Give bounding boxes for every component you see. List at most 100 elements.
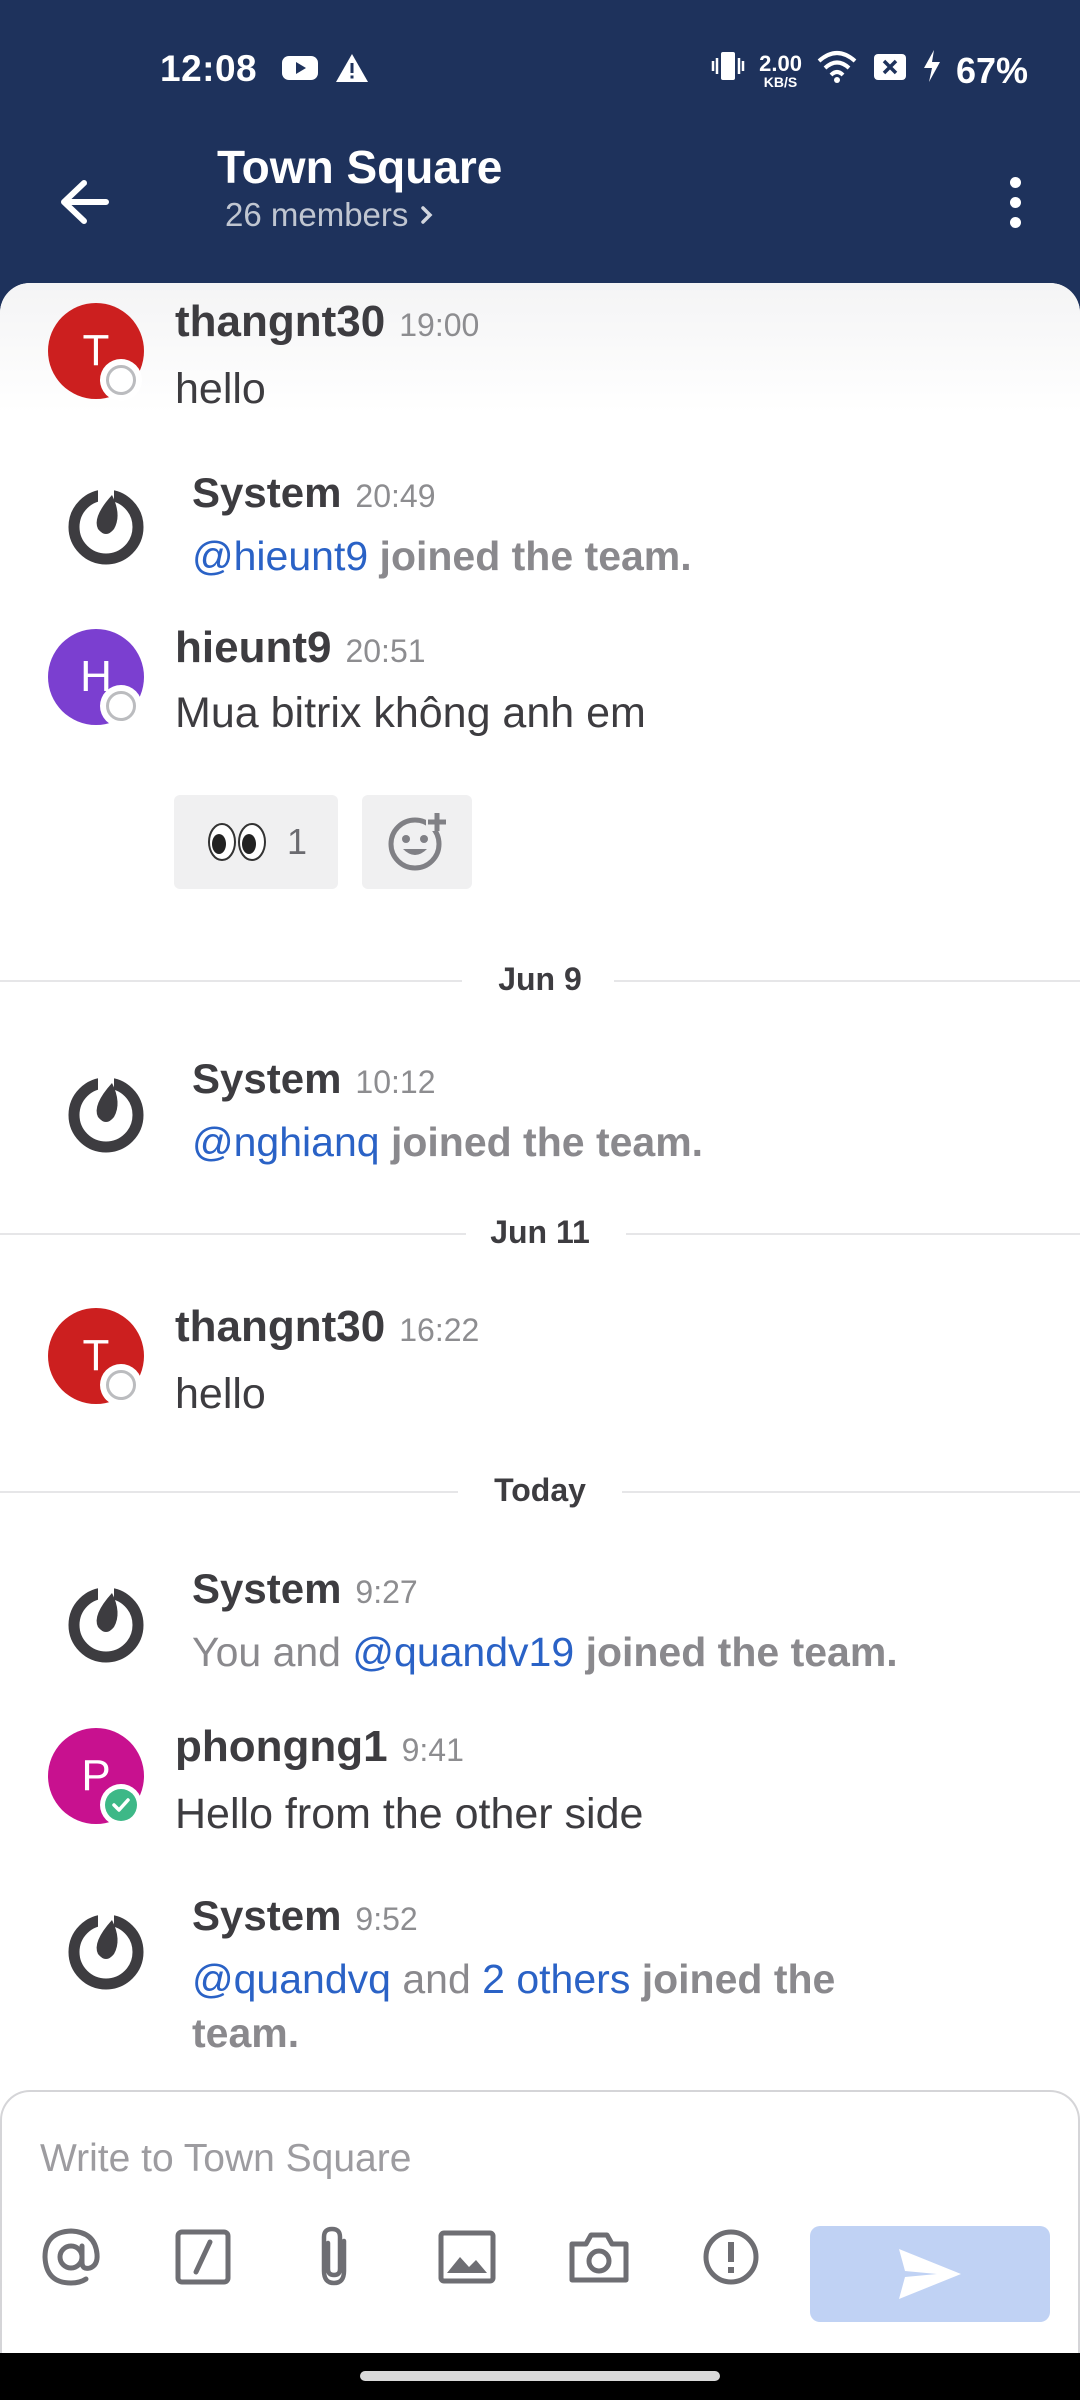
system-message-text: joined the team. bbox=[390, 1119, 704, 1165]
mattermost-logo-icon bbox=[68, 1583, 144, 1663]
send-icon bbox=[899, 2249, 961, 2299]
offline-status-icon bbox=[100, 359, 142, 401]
image-button[interactable] bbox=[432, 2222, 502, 2292]
at-sign-icon bbox=[42, 2228, 100, 2286]
post-header: phongng1 9:41 bbox=[175, 1722, 464, 1772]
status-bar: 12:08 2.00 KB/S 67% bbox=[0, 0, 1080, 140]
add-emoji-icon bbox=[388, 811, 448, 871]
post-message: hello bbox=[175, 365, 266, 413]
post-header: System 10:12 bbox=[192, 1055, 436, 1103]
post-header: thangnt30 19:00 bbox=[175, 297, 479, 347]
post-time: 9:41 bbox=[401, 1732, 464, 1768]
offline-status-icon bbox=[100, 685, 142, 727]
system-message: You and @quandv19 joined the team. bbox=[192, 1625, 992, 1679]
home-gesture-handle[interactable] bbox=[360, 2371, 720, 2381]
post-author: System bbox=[192, 1055, 342, 1102]
mention-link[interactable]: @quandvq bbox=[192, 1956, 391, 2002]
post-author: System bbox=[192, 1565, 342, 1612]
system-message-text: joined the bbox=[641, 1956, 836, 2002]
youtube-icon bbox=[280, 52, 320, 89]
mattermost-logo-icon bbox=[68, 1073, 144, 1153]
channel-header: Town Square 26 members bbox=[0, 140, 1080, 290]
post-time: 19:00 bbox=[399, 307, 480, 343]
date-label: Today bbox=[494, 1472, 586, 1508]
system-message: @hieunt9 joined the team. bbox=[192, 529, 992, 583]
date-separator: Jun 11 bbox=[0, 1208, 1080, 1258]
warning-icon bbox=[334, 52, 370, 89]
system-message-and: and bbox=[402, 1956, 471, 2002]
more-options-button[interactable] bbox=[990, 170, 1040, 234]
date-separator: Jun 9 bbox=[0, 955, 1080, 1005]
system-message-text-2: team. bbox=[192, 2010, 300, 2056]
online-status-icon bbox=[100, 1784, 142, 1826]
members-link[interactable]: 26 members bbox=[225, 196, 436, 234]
post-time: 20:49 bbox=[355, 478, 436, 514]
camera-icon bbox=[569, 2232, 629, 2283]
alert-circle-icon bbox=[703, 2229, 759, 2285]
post-author[interactable]: thangnt30 bbox=[175, 1302, 385, 1351]
post-header: System 9:52 bbox=[192, 1892, 418, 1940]
post-message: Mua bitrix không anh em bbox=[175, 689, 646, 737]
attachment-button[interactable] bbox=[299, 2222, 369, 2292]
post-author: System bbox=[192, 469, 342, 516]
channel-title[interactable]: Town Square bbox=[217, 140, 502, 194]
post-header: hieunt9 20:51 bbox=[175, 623, 426, 673]
net-speed-unit: KB/S bbox=[763, 73, 798, 90]
others-link[interactable]: 2 others bbox=[482, 1956, 630, 2002]
members-count: 26 members bbox=[225, 196, 409, 233]
post-time: 9:52 bbox=[355, 1901, 418, 1937]
at-mention-button[interactable] bbox=[36, 2222, 106, 2292]
post-header: System 20:49 bbox=[192, 469, 436, 517]
mention-link[interactable]: @hieunt9 bbox=[192, 533, 368, 579]
mattermost-logo-icon bbox=[68, 485, 144, 565]
mattermost-logo-icon bbox=[68, 1910, 144, 1990]
send-button[interactable] bbox=[810, 2226, 1050, 2322]
reaction-eyes-button[interactable]: 1 bbox=[174, 795, 338, 889]
post-message: hello bbox=[175, 1370, 266, 1418]
slash-icon bbox=[175, 2229, 231, 2285]
post-message: Hello from the other side bbox=[175, 1790, 644, 1838]
post-time: 16:22 bbox=[399, 1312, 480, 1348]
system-message: @quandvq and 2 others joined the team. bbox=[192, 1952, 992, 2060]
message-input[interactable]: Write to Town Square bbox=[40, 2137, 411, 2181]
system-message: @nghianq joined the team. bbox=[192, 1115, 992, 1169]
date-separator: Today bbox=[0, 1466, 1080, 1516]
system-message-text: joined the team. bbox=[379, 533, 692, 579]
post-time: 10:12 bbox=[355, 1064, 436, 1100]
post-header: System 9:27 bbox=[192, 1565, 418, 1613]
priority-button[interactable] bbox=[696, 2222, 766, 2292]
post-author[interactable]: thangnt30 bbox=[175, 297, 385, 346]
battery-level: 67% bbox=[955, 49, 1028, 91]
no-sim-icon bbox=[872, 50, 908, 92]
post-author[interactable]: phongng1 bbox=[175, 1722, 388, 1771]
net-speed-value: 2.00 bbox=[759, 50, 802, 76]
screen: 12:08 2.00 KB/S 67% Town Square 26 membe… bbox=[0, 0, 1080, 2400]
eyes-emoji-icon bbox=[207, 823, 266, 861]
system-nav-bar bbox=[0, 2353, 1080, 2400]
net-speed: 2.00 KB/S bbox=[759, 50, 802, 90]
system-message-prefix: You and bbox=[192, 1629, 341, 1675]
post-list[interactable]: T thangnt30 19:00 hello System 20:49 @hieu… bbox=[0, 283, 1080, 2353]
date-label: Jun 11 bbox=[490, 1214, 590, 1250]
wifi-icon bbox=[816, 49, 858, 92]
status-time: 12:08 bbox=[160, 48, 258, 89]
reaction-count: 1 bbox=[286, 821, 308, 862]
system-message-text: joined the team. bbox=[585, 1629, 898, 1675]
image-icon bbox=[438, 2230, 496, 2284]
post-author: System bbox=[192, 1892, 342, 1939]
date-label: Jun 9 bbox=[498, 961, 582, 997]
post-author[interactable]: hieunt9 bbox=[175, 623, 331, 672]
mention-link[interactable]: @nghianq bbox=[192, 1119, 380, 1165]
slash-command-button[interactable] bbox=[168, 2222, 238, 2292]
mention-link[interactable]: @quandv19 bbox=[352, 1629, 574, 1675]
paperclip-icon bbox=[321, 2226, 347, 2286]
charging-icon bbox=[922, 49, 942, 92]
chevron-right-icon bbox=[421, 206, 433, 224]
offline-status-icon bbox=[100, 1364, 142, 1406]
back-button[interactable] bbox=[52, 170, 116, 234]
post-header: thangnt30 16:22 bbox=[175, 1302, 479, 1352]
post-time: 20:51 bbox=[345, 633, 426, 669]
add-reaction-button[interactable] bbox=[362, 795, 472, 889]
camera-button[interactable] bbox=[564, 2222, 634, 2292]
message-composer: Write to Town Square bbox=[0, 2090, 1080, 2353]
